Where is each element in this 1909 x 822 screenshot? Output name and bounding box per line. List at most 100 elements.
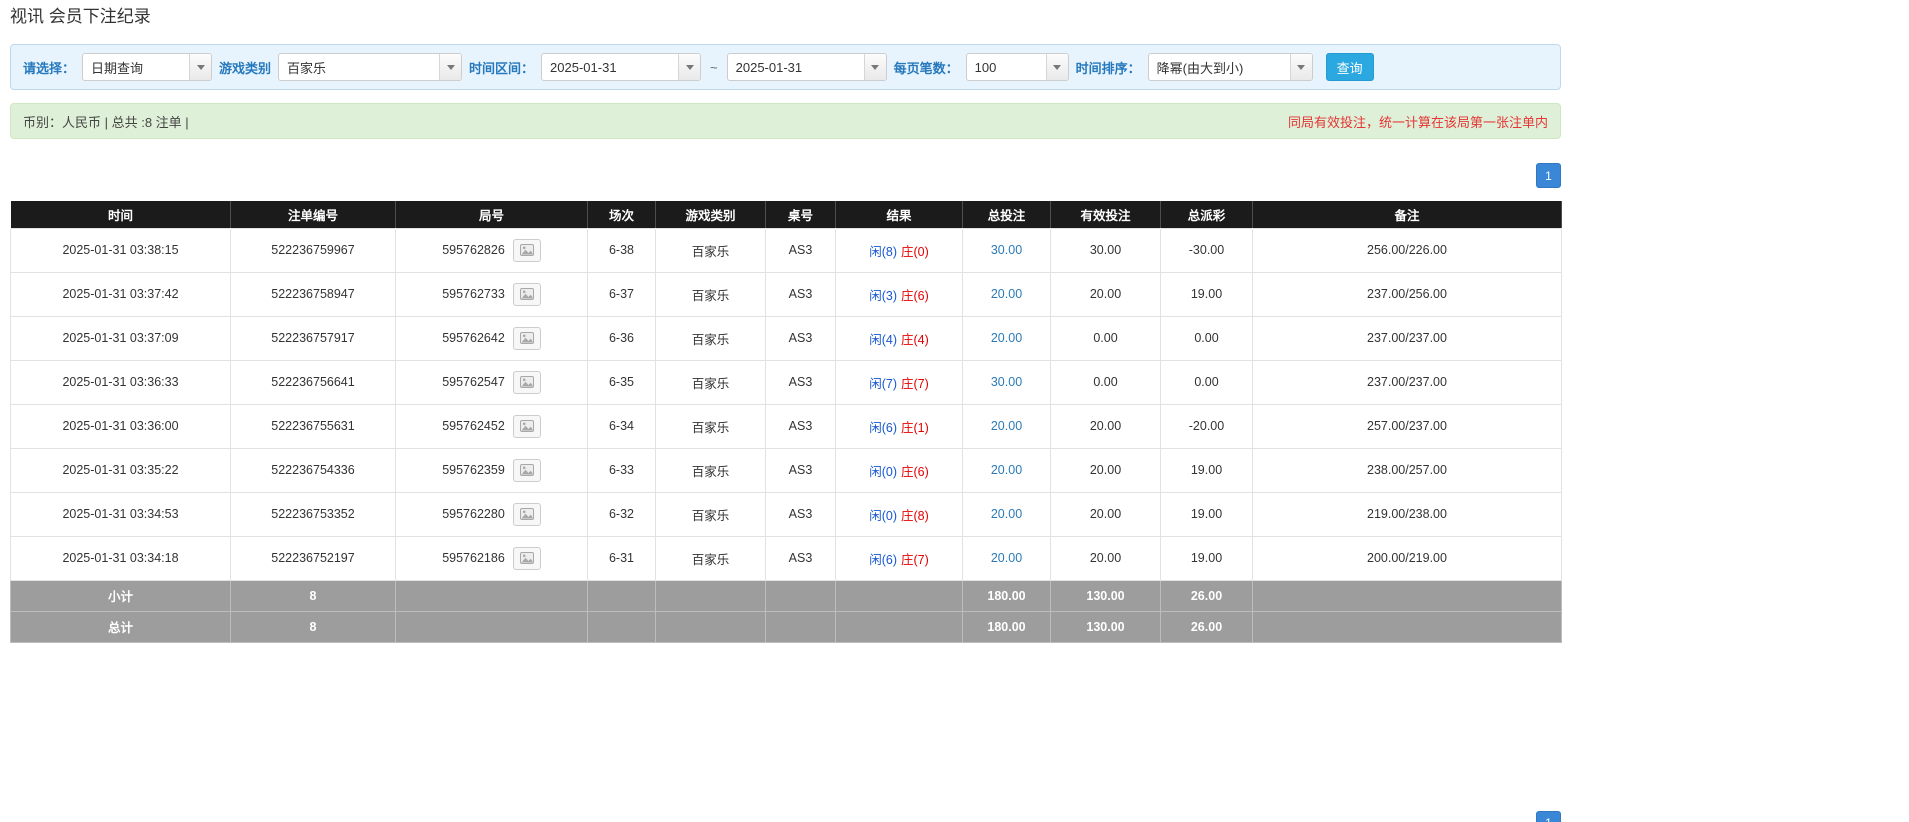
filter-bar: 请选择： 日期查询 游戏类别 百家乐 时间区间： 2025-01-31 ~ 20… [10, 44, 1561, 90]
subtotal-payout: 26.00 [1160, 579, 1253, 612]
cell-payout: 19.00 [1160, 535, 1253, 581]
cell-table-number: AS3 [765, 403, 836, 449]
search-button[interactable]: 查询 [1325, 53, 1374, 81]
cell-note: 200.00/219.00 [1252, 535, 1562, 581]
result-banker: 庄(6) [901, 464, 929, 479]
page-1-button-bottom[interactable]: 1 [1536, 810, 1561, 822]
cell-total-bet: 20.00 [962, 491, 1051, 537]
column-header: 总派彩 [1160, 201, 1253, 228]
page-container: 视讯 会员下注纪录 请选择： 日期查询 游戏类别 百家乐 时间区间： 2025-… [10, 0, 1562, 822]
chevron-down-icon[interactable] [439, 54, 462, 80]
cell-payout: 0.00 [1160, 315, 1253, 361]
page-size-label: 每页笔数： [893, 60, 959, 76]
cell-round-number: 595762547 [395, 359, 588, 405]
total-bet-link[interactable]: 20.00 [991, 551, 1022, 565]
column-header: 游戏类别 [655, 201, 766, 228]
total-bet-link[interactable]: 30.00 [991, 375, 1022, 389]
date-from-value: 2025-01-31 [550, 59, 617, 75]
date-range-separator: ~ [710, 59, 718, 75]
game-type-label: 游戏类别 [219, 60, 272, 76]
cell-round-number: 595762186 [395, 535, 588, 581]
column-header: 备注 [1252, 201, 1562, 228]
date-to-picker[interactable]: 2025-01-31 [726, 53, 887, 81]
total-bet-link[interactable]: 30.00 [991, 243, 1022, 257]
round-result-image-button[interactable] [512, 458, 541, 482]
round-result-image-button[interactable] [512, 282, 541, 306]
total-bet-link[interactable]: 20.00 [991, 287, 1022, 301]
cell-result: 闲(8) 庄(0) [835, 227, 963, 273]
cell-valid-bet: 30.00 [1050, 227, 1161, 273]
cell-bet-number: 522236754336 [230, 447, 396, 493]
cell-table-number: AS3 [765, 271, 836, 317]
cell-bet-number: 522236753352 [230, 491, 396, 537]
round-number-wrap: 595762826 [442, 238, 541, 262]
picture-icon [519, 508, 534, 520]
cell-game-type: 百家乐 [655, 359, 766, 405]
caret-shape [1297, 64, 1306, 70]
page-1-button[interactable]: 1 [1536, 163, 1561, 188]
chevron-down-icon[interactable] [678, 54, 701, 80]
round-result-image-button[interactable] [512, 414, 541, 438]
cell-bet-number: 522236756641 [230, 359, 396, 405]
round-result-image-button[interactable] [512, 238, 541, 262]
cell-valid-bet: 20.00 [1050, 403, 1161, 449]
chevron-down-icon[interactable] [1045, 54, 1068, 80]
round-result-image-button[interactable] [512, 546, 541, 570]
total-empty-cell [395, 610, 588, 643]
round-number-text: 595762186 [442, 551, 505, 565]
column-header: 总投注 [962, 201, 1051, 228]
page-size-value: 100 [974, 59, 997, 75]
round-result-image-button[interactable] [512, 502, 541, 526]
total-bet-link[interactable]: 20.00 [991, 463, 1022, 477]
cell-note: 219.00/238.00 [1252, 491, 1562, 537]
table-row: 2025-01-31 03:38:15 522236759967 5957628… [10, 227, 1562, 273]
round-result-image-button[interactable] [512, 370, 541, 394]
page-size-dropdown[interactable]: 100 [965, 53, 1069, 81]
cell-time: 2025-01-31 03:36:33 [10, 359, 231, 405]
total-bet-link[interactable]: 20.00 [991, 331, 1022, 345]
chevron-down-icon[interactable] [189, 54, 212, 80]
cell-session: 6-32 [587, 491, 656, 537]
time-sort-dropdown[interactable]: 降幂(由大到小) [1147, 53, 1313, 81]
table-row: 2025-01-31 03:34:18 522236752197 5957621… [10, 535, 1562, 581]
caret-shape [196, 64, 205, 70]
chevron-down-icon[interactable] [1289, 54, 1312, 80]
total-empty-cell [765, 610, 836, 643]
result-player: 闲(6) [869, 420, 897, 435]
subtotal-count: 8 [230, 579, 396, 612]
subtotal-empty-cell [395, 579, 588, 612]
table-body: 2025-01-31 03:38:15 522236759967 5957628… [10, 227, 1562, 581]
round-number-text: 595762280 [442, 507, 505, 521]
bet-records-table: 时间 注单编号 局号 场次 游戏类别 桌号 结果 总投注 有效投注 总派彩 备注… [10, 201, 1562, 643]
round-number-text: 595762359 [442, 463, 505, 477]
cell-note: 237.00/237.00 [1252, 315, 1562, 361]
table-row: 2025-01-31 03:36:33 522236756641 5957625… [10, 359, 1562, 405]
cell-round-number: 595762452 [395, 403, 588, 449]
query-type-dropdown[interactable]: 日期查询 [82, 53, 213, 81]
round-number-wrap: 595762280 [442, 502, 541, 526]
round-result-image-button[interactable] [512, 326, 541, 350]
column-header: 结果 [835, 201, 963, 228]
cell-result: 闲(6) 庄(7) [835, 535, 963, 581]
picture-icon [519, 420, 534, 432]
date-from-picker[interactable]: 2025-01-31 [541, 53, 702, 81]
game-type-dropdown[interactable]: 百家乐 [278, 53, 463, 81]
total-bet-link[interactable]: 20.00 [991, 419, 1022, 433]
cell-time: 2025-01-31 03:36:00 [10, 403, 231, 449]
total-bet-link[interactable]: 20.00 [991, 507, 1022, 521]
cell-session: 6-36 [587, 315, 656, 361]
cell-result: 闲(7) 庄(7) [835, 359, 963, 405]
subtotal-empty-cell [835, 579, 963, 612]
time-sort-value: 降幂(由大到小) [1156, 60, 1244, 76]
cell-note: 256.00/226.00 [1252, 227, 1562, 273]
round-number-text: 595762547 [442, 375, 505, 389]
result-banker: 庄(4) [901, 332, 929, 347]
result-player: 闲(6) [869, 552, 897, 567]
total-row: 总计 8 180.00 130.00 26.00 [10, 610, 1562, 643]
subtotal-empty-cell [655, 579, 766, 612]
caret-shape [685, 64, 694, 70]
cell-session: 6-34 [587, 403, 656, 449]
chevron-down-icon[interactable] [863, 54, 886, 80]
round-number-text: 595762452 [442, 419, 505, 433]
cell-total-bet: 30.00 [962, 227, 1051, 273]
